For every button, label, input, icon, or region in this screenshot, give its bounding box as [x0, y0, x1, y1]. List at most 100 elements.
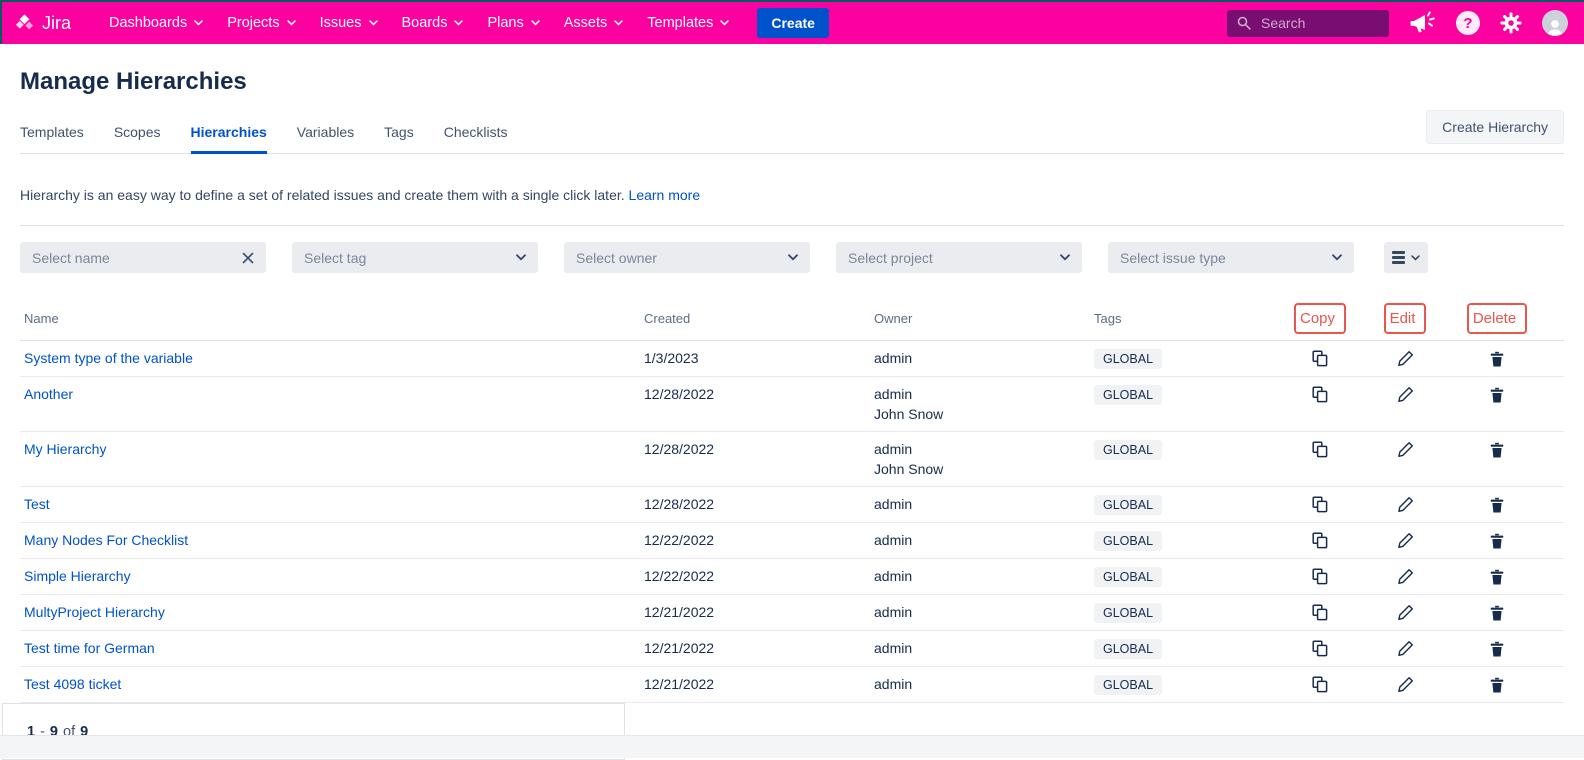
chevron-down-icon	[1411, 255, 1420, 261]
nav-item-templates[interactable]: Templates	[635, 15, 741, 31]
copy-button[interactable]	[1306, 638, 1334, 658]
table-body: System type of the variable1/3/2023admin…	[20, 341, 1564, 703]
owner-cell: adminJohn Snow	[870, 384, 1090, 424]
edit-button[interactable]	[1391, 602, 1419, 622]
edit-button[interactable]	[1391, 439, 1419, 459]
delete-icon	[1490, 533, 1504, 549]
owner-name: admin	[874, 566, 1090, 586]
hierarchy-name-link[interactable]: Test time for German	[24, 640, 155, 656]
owner-name: admin	[874, 674, 1090, 694]
create-button[interactable]: Create	[757, 8, 829, 38]
search-input[interactable]	[1259, 14, 1369, 32]
nav-item-projects[interactable]: Projects	[215, 15, 307, 31]
delete-icon	[1490, 497, 1504, 513]
copy-button[interactable]	[1306, 384, 1334, 404]
delete-icon	[1490, 677, 1504, 693]
delete-button[interactable]	[1483, 674, 1511, 694]
nav-item-label: Dashboards	[109, 15, 187, 31]
nav-item-assets[interactable]: Assets	[552, 15, 636, 31]
edit-button[interactable]	[1391, 384, 1419, 404]
tab-checklists[interactable]: Checklists	[444, 116, 508, 154]
name-cell: MultyProject Hierarchy	[20, 602, 640, 622]
edit-button[interactable]	[1391, 494, 1419, 514]
delete-button[interactable]	[1483, 530, 1511, 550]
tab-tags[interactable]: Tags	[384, 116, 414, 154]
hierarchy-name-link[interactable]: Another	[24, 386, 73, 402]
chevron-down-icon	[788, 254, 798, 261]
delete-button[interactable]	[1483, 566, 1511, 586]
delete-button[interactable]	[1483, 494, 1511, 514]
create-hierarchy-button[interactable]: Create Hierarchy	[1426, 110, 1564, 144]
filter-select-issue-type[interactable]: Select issue type	[1108, 242, 1354, 273]
delete-button[interactable]	[1483, 439, 1511, 459]
hierarchy-name-link[interactable]: Simple Hierarchy	[24, 568, 131, 584]
hierarchies-table: Name Created Owner Tags Copy Edit Delete…	[20, 297, 1564, 703]
tab-templates[interactable]: Templates	[20, 116, 84, 154]
copy-icon	[1312, 386, 1328, 403]
tab-scopes[interactable]: Scopes	[114, 116, 161, 154]
tab-hierarchies[interactable]: Hierarchies	[191, 116, 267, 154]
tab-variables[interactable]: Variables	[297, 116, 354, 154]
nav-item-plans[interactable]: Plans	[475, 15, 551, 31]
table-row: My Hierarchy12/28/2022adminJohn SnowGLOB…	[20, 432, 1564, 487]
user-avatar[interactable]	[1542, 10, 1568, 36]
delete-button[interactable]	[1483, 638, 1511, 658]
copy-button[interactable]	[1306, 566, 1334, 586]
edit-button[interactable]	[1391, 566, 1419, 586]
delete-button[interactable]	[1483, 348, 1511, 368]
view-options-button[interactable]	[1384, 242, 1428, 273]
delete-button[interactable]	[1483, 602, 1511, 622]
chevron-down-icon	[531, 20, 540, 26]
copy-button[interactable]	[1306, 348, 1334, 368]
tags-cell: GLOBAL	[1090, 602, 1280, 623]
help-icon[interactable]: ?	[1456, 11, 1480, 35]
announcements-megaphone-icon[interactable]	[1409, 11, 1436, 35]
page-content: Manage Hierarchies TemplatesScopesHierar…	[0, 68, 1584, 760]
hierarchy-name-link[interactable]: MultyProject Hierarchy	[24, 604, 165, 620]
nav-item-dashboards[interactable]: Dashboards	[97, 15, 215, 31]
tag-badge: GLOBAL	[1094, 639, 1162, 659]
table-row: Simple Hierarchy12/22/2022adminGLOBAL	[20, 559, 1564, 595]
filter-select-owner[interactable]: Select owner	[564, 242, 810, 273]
edit-button[interactable]	[1391, 348, 1419, 368]
nav-item-issues[interactable]: Issues	[308, 15, 390, 31]
delete-icon	[1490, 569, 1504, 585]
owner-cell: admin	[870, 566, 1090, 586]
hierarchy-name-link[interactable]: Test	[24, 496, 50, 512]
copy-button[interactable]	[1306, 602, 1334, 622]
filter-select-tag[interactable]: Select tag	[292, 242, 538, 273]
search-box[interactable]	[1227, 10, 1389, 37]
jira-logo[interactable]: Jira	[14, 13, 71, 34]
edit-button[interactable]	[1391, 530, 1419, 550]
nav-item-boards[interactable]: Boards	[390, 15, 476, 31]
delete-icon	[1490, 605, 1504, 621]
filter-select-project[interactable]: Select project	[836, 242, 1082, 273]
hierarchy-name-link[interactable]: My Hierarchy	[24, 441, 106, 457]
table-row: System type of the variable1/3/2023admin…	[20, 341, 1564, 377]
hamburger-icon	[1392, 251, 1405, 264]
created-cell: 12/22/2022	[640, 566, 870, 586]
edit-button[interactable]	[1391, 638, 1419, 658]
edit-icon	[1397, 640, 1414, 657]
hierarchy-name-link[interactable]: System type of the variable	[24, 350, 193, 366]
settings-gear-icon[interactable]	[1500, 12, 1522, 34]
clear-icon[interactable]	[242, 252, 254, 264]
hierarchy-name-link[interactable]: Test 4098 ticket	[24, 676, 121, 692]
tab-bar: Templates Scopes Hierarchies Variables Tags C…	[20, 116, 508, 153]
jira-logo-icon	[14, 13, 35, 34]
filter-select-name[interactable]: Select name	[20, 242, 266, 273]
learn-more-link[interactable]: Learn more	[629, 187, 701, 203]
copy-button[interactable]	[1306, 530, 1334, 550]
hierarchy-name-link[interactable]: Many Nodes For Checklist	[24, 532, 188, 548]
delete-button[interactable]	[1483, 384, 1511, 404]
edit-button[interactable]	[1391, 674, 1419, 694]
owner-name: admin	[874, 384, 1090, 404]
copy-button[interactable]	[1306, 494, 1334, 514]
nav-item-label: Plans	[487, 15, 523, 31]
copy-button[interactable]	[1306, 439, 1334, 459]
tag-badge: GLOBAL	[1094, 385, 1162, 405]
tags-cell: GLOBAL	[1090, 348, 1280, 369]
nav-item-label: Issues	[320, 15, 362, 31]
owner-cell: admin	[870, 602, 1090, 622]
copy-button[interactable]	[1306, 674, 1334, 694]
